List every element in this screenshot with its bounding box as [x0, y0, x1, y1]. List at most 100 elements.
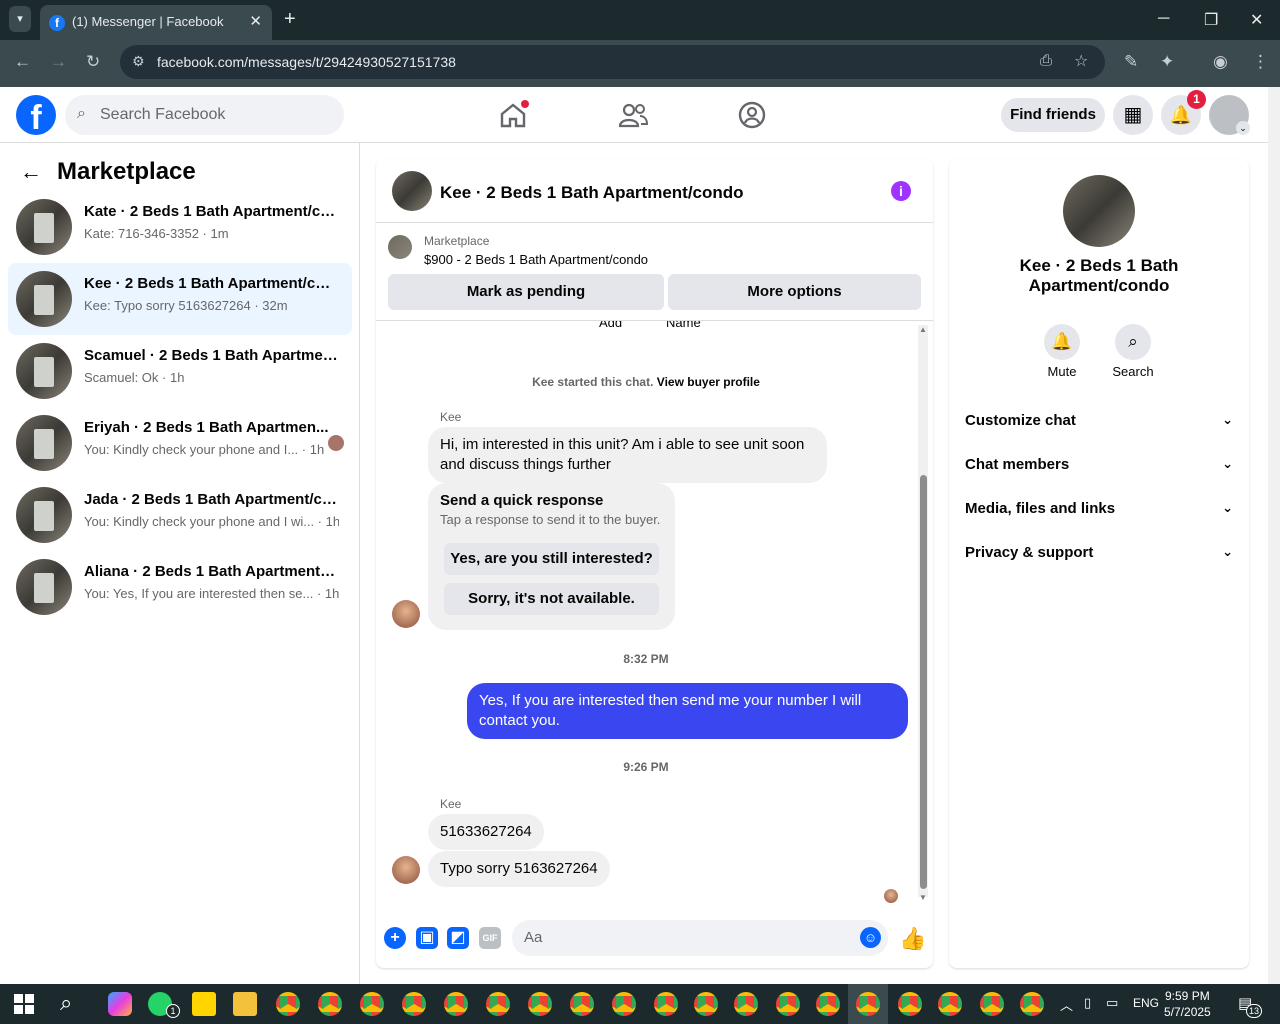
home-icon[interactable] [497, 99, 529, 131]
gif-icon[interactable]: GIF [479, 927, 501, 949]
customize-chat-section[interactable]: Customize chat ⌄ [965, 412, 1233, 429]
friends-icon[interactable] [617, 99, 649, 131]
bookmark-star-icon[interactable]: ☆ [1074, 51, 1088, 71]
conversation-item[interactable]: Kate · 2 Beds 1 Bath Apartment/co... Kate… [8, 191, 352, 263]
panel-title: Marketplace [57, 158, 196, 185]
language-indicator[interactable]: ENG [1133, 996, 1159, 1010]
chrome-icon[interactable] [694, 992, 718, 1016]
media-files-section[interactable]: Media, files and links ⌄ [965, 500, 1233, 517]
scroll-down-icon[interactable]: ▼ [919, 893, 927, 902]
install-app-icon[interactable]: ⎙ [1040, 52, 1052, 69]
sticker-icon[interactable]: ◩ [447, 927, 469, 949]
conversation-item[interactable]: Eriyah · 2 Beds 1 Bath Apartmen... You: K… [8, 407, 352, 479]
message-bubble[interactable]: Typo sorry 5163627264 [428, 851, 610, 887]
facebook-logo-icon[interactable]: f [16, 95, 56, 135]
chevron-down-icon: ⌄ [1222, 500, 1233, 515]
pen-icon[interactable]: ✎ [1124, 52, 1138, 72]
mute-label: Mute [1047, 364, 1077, 379]
chrome-icon[interactable] [654, 992, 678, 1016]
tray-device-icon[interactable]: ▯ [1084, 995, 1091, 1011]
address-bar[interactable]: ⚙ facebook.com/messages/t/29424930527151… [120, 45, 1105, 79]
conversation-item[interactable]: Aliana · 2 Beds 1 Bath Apartment/c... You… [8, 551, 352, 623]
new-tab-icon[interactable]: + [284, 8, 296, 31]
chrome-icon[interactable] [898, 992, 922, 1016]
minimize-icon[interactable]: ─ [1158, 10, 1169, 28]
chrome-icon[interactable] [402, 992, 426, 1016]
back-arrow-icon[interactable]: ← [20, 159, 42, 185]
chrome-icon[interactable] [360, 992, 384, 1016]
tray-network-icon[interactable]: ▭ [1106, 995, 1118, 1011]
chrome-icon[interactable] [816, 992, 840, 1016]
quick-reply-button[interactable]: Yes, are you still interested? [444, 543, 659, 575]
chrome-icon-active[interactable] [856, 992, 880, 1016]
quick-reply-button[interactable]: Sorry, it's not available. [444, 583, 659, 615]
my-message-bubble[interactable]: Yes, If you are interested then send me … [467, 683, 908, 739]
message-bubble[interactable]: 51633627264 [428, 814, 544, 850]
search-chat-icon[interactable]: ⌕ [1115, 324, 1151, 360]
like-thumb-icon[interactable]: 👍 [899, 926, 926, 952]
menu-grid-icon[interactable]: ▦ [1113, 95, 1153, 135]
system-clock[interactable]: 9:59 PM 5/7/2025 [1164, 988, 1211, 1020]
find-friends-button[interactable]: Find friends [1001, 98, 1105, 132]
chrome-icon[interactable] [1020, 992, 1044, 1016]
sticky-notes-icon[interactable] [192, 992, 216, 1016]
extensions-icon[interactable]: ✦ [1160, 52, 1174, 72]
groups-icon[interactable] [736, 99, 768, 131]
chat-members-section[interactable]: Chat members ⌄ [965, 456, 1233, 473]
tab-list-button[interactable]: ▾ [9, 6, 31, 32]
chrome-icon[interactable] [444, 992, 468, 1016]
close-window-icon[interactable]: ✕ [1250, 10, 1263, 30]
file-explorer-icon[interactable] [233, 992, 257, 1016]
mark-as-pending-button[interactable]: Mark as pending [388, 274, 664, 310]
chrome-icon[interactable] [486, 992, 510, 1016]
more-options-button[interactable]: More options [668, 274, 921, 310]
sender-avatar[interactable] [392, 856, 420, 884]
chat-title[interactable]: Kee · 2 Beds 1 Bath Apartment/condo [440, 183, 744, 203]
message-input[interactable]: Aa ☺ [512, 920, 888, 956]
site-info-icon[interactable]: ⚙ [132, 53, 145, 70]
conversation-item[interactable]: Jada · 2 Beds 1 Bath Apartment/co... You:… [8, 479, 352, 551]
contact-avatar[interactable] [1063, 175, 1135, 247]
page-scrollbar[interactable] [1268, 87, 1280, 984]
scroll-up-icon[interactable]: ▲ [919, 325, 927, 334]
search-input[interactable]: ⌕ Search Facebook [65, 95, 344, 135]
mute-bell-icon[interactable]: 🔔 [1044, 324, 1080, 360]
windows-start-icon[interactable] [14, 994, 34, 1014]
message-bubble[interactable]: Hi, im interested in this unit? Am i abl… [428, 427, 827, 483]
tray-chevron-up-icon[interactable]: ︿ [1060, 995, 1073, 1014]
profile-icon[interactable]: ◉ [1213, 52, 1228, 72]
chrome-icon[interactable] [734, 992, 758, 1016]
conversation-item[interactable]: Scamuel · 2 Beds 1 Bath Apartmen... Scamu… [8, 335, 352, 407]
back-icon[interactable]: ← [14, 52, 31, 72]
browser-tab[interactable]: f (1) Messenger | Facebook ✕ [40, 5, 272, 40]
emoji-icon[interactable]: ☺ [860, 927, 881, 948]
view-buyer-profile-link[interactable]: View buyer profile [657, 375, 760, 389]
chrome-icon[interactable] [276, 992, 300, 1016]
account-chevron-down-icon[interactable]: ⌄ [1236, 121, 1250, 135]
listing-thumb[interactable] [388, 235, 412, 259]
chrome-icon[interactable] [776, 992, 800, 1016]
conversation-item-selected[interactable]: Kee · 2 Beds 1 Bath Apartment/con... Kee:… [8, 263, 352, 335]
menu-icon[interactable]: ⋮ [1252, 52, 1269, 72]
chrome-icon[interactable] [612, 992, 636, 1016]
info-icon[interactable]: i [891, 181, 911, 201]
close-tab-icon[interactable]: ✕ [249, 12, 262, 30]
attach-photo-icon[interactable]: ▣ [416, 927, 438, 949]
chrome-icon[interactable] [570, 992, 594, 1016]
add-actions-icon[interactable]: + [384, 927, 406, 949]
reload-icon[interactable]: ↻ [86, 52, 100, 72]
privacy-support-section[interactable]: Privacy & support ⌄ [965, 544, 1233, 561]
forward-icon[interactable]: → [50, 52, 67, 72]
chat-scrollbar-thumb[interactable] [920, 475, 927, 889]
chrome-icon[interactable] [980, 992, 1004, 1016]
conversation-name: Jada · 2 Beds 1 Bath Apartment/co... [84, 491, 339, 508]
restore-icon[interactable]: ❐ [1204, 10, 1218, 30]
copilot-icon[interactable] [108, 992, 132, 1016]
taskbar-search-icon[interactable]: ⌕ [60, 990, 72, 1016]
listing-title[interactable]: $900 - 2 Beds 1 Bath Apartment/condo [424, 252, 648, 267]
chat-avatar[interactable] [392, 171, 432, 211]
chrome-icon[interactable] [318, 992, 342, 1016]
chrome-icon[interactable] [528, 992, 552, 1016]
sender-avatar[interactable] [392, 600, 420, 628]
chrome-icon[interactable] [938, 992, 962, 1016]
